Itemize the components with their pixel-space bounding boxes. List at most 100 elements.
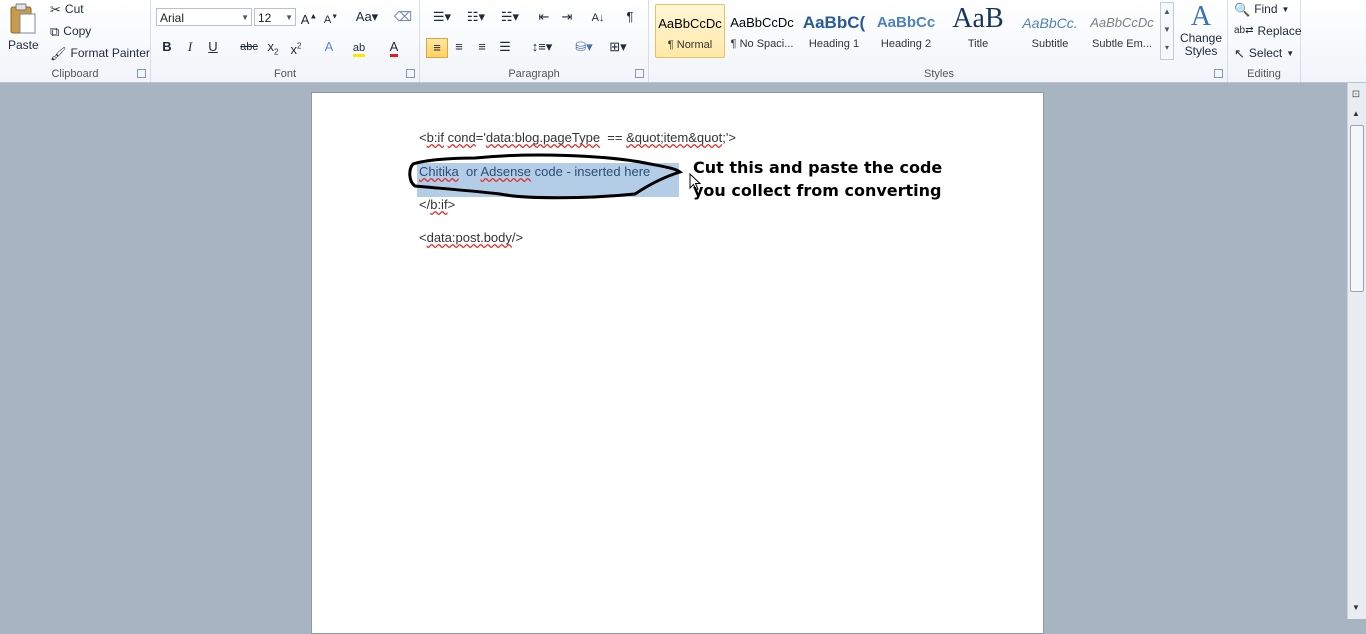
style-name: Subtitle [1031,38,1069,50]
font-group-label: Font [273,68,296,80]
text-effects-button[interactable]: A [319,38,339,56]
misspelled-word: data:blog.pageType [485,130,601,145]
change-styles-label: Change Styles [1179,31,1223,58]
text-run: < [419,130,427,145]
chevron-down-icon: ▼ [241,13,249,22]
format-painter-button[interactable]: 🖌 Format Painter [50,46,150,60]
increase-indent-button[interactable]: ⇥ [557,8,577,26]
scroll-down-icon[interactable]: ▼ [1161,21,1173,39]
line-spacing-button[interactable]: ↕≡▾ [528,38,556,56]
italic-icon: I [187,39,193,54]
decrease-indent-button[interactable]: ⇤ [534,8,554,26]
sort-button[interactable]: A↓ [588,8,608,26]
style-no-spacing[interactable]: AaBbCcDc ¶ No Spaci... [727,4,797,58]
replace-button[interactable]: ab⇄ Replace [1234,24,1302,38]
numbering-button[interactable]: ☷▾ [462,8,490,26]
style-sample: AaBbC( [802,13,866,32]
superscript-icon: x2 [290,42,302,58]
style-sample: AaBbCcDc [658,16,722,31]
font-size-value: 12 [258,11,272,25]
instruction-annotation: Cut this and paste the code you collect … [693,156,942,202]
align-left-icon: ≡ [433,40,441,55]
highlight-button[interactable]: ab [349,38,369,57]
grow-font-icon: A▲ [300,12,318,28]
scroll-up-icon[interactable]: ▲ [1350,109,1362,121]
clear-formatting-button[interactable]: ⌫ [393,8,413,26]
highlighter-icon: ab [352,42,366,57]
grow-font-button[interactable]: A▲ [299,8,319,28]
vertical-scrollbar[interactable]: ⊡ ▲ ▼ [1347,83,1366,619]
clipboard-group: Paste ✂ Cut ⧉ Copy 🖌 Format Painter Clip… [0,0,151,82]
bold-button[interactable]: B [157,38,177,56]
copy-button[interactable]: ⧉ Copy [50,24,91,38]
pilcrow-icon: ¶ [626,9,634,24]
document-line-4[interactable]: <data:post.body/> [419,230,523,245]
shading-button[interactable]: ⛁▾ [570,38,598,56]
ruler-toggle-icon[interactable]: ⊡ [1350,89,1362,103]
multilevel-list-icon: ☵▾ [500,9,520,24]
editing-group: 🔍 Find ▼ ab⇄ Replace ↖ Select ▼ Editing [1228,0,1302,82]
select-button[interactable]: ↖ Select ▼ [1234,46,1294,60]
ribbon: Paste ✂ Cut ⧉ Copy 🖌 Format Painter Clip… [0,0,1366,83]
find-label: Find [1254,2,1278,16]
font-color-button[interactable]: A [384,38,404,57]
change-case-button[interactable]: Aa▾ [353,8,381,26]
borders-button[interactable]: ⊞▾ [604,38,632,56]
align-center-icon: ≡ [455,39,463,54]
shrink-font-icon: A▼ [323,13,339,26]
paste-button[interactable]: Paste [8,2,39,52]
text-run: ;'> [722,130,736,145]
subscript-button[interactable]: x2 [263,38,283,57]
multilevel-list-button[interactable]: ☵▾ [496,8,524,26]
align-left-button[interactable]: ≡ [426,38,448,58]
style-heading-1[interactable]: AaBbC( Heading 1 [799,4,869,58]
find-button[interactable]: 🔍 Find ▼ [1234,2,1289,16]
text-run: /> [511,230,524,245]
chevron-down-icon: ▼ [1281,4,1290,14]
shrink-font-button[interactable]: A▼ [321,8,341,26]
scrollbar-thumb[interactable] [1350,125,1364,292]
select-label: Select [1248,46,1283,60]
scroll-up-icon[interactable]: ▲ [1161,3,1173,21]
align-center-button[interactable]: ≡ [449,38,469,56]
font-size-field[interactable]: 12 ▼ [254,8,296,26]
paint-bucket-icon: ⛁▾ [575,39,593,54]
font-dialog-launcher[interactable] [406,69,415,78]
bullets-button[interactable]: ☰▾ [428,8,456,26]
gallery-more-icon[interactable]: ▾ [1161,39,1173,57]
cut-label: Cut [64,2,84,16]
scroll-down-icon[interactable]: ▼ [1350,603,1362,615]
style-subtle-emphasis[interactable]: AaBbCcDc Subtle Em... [1087,4,1157,58]
style-subtitle[interactable]: AaBbCc. Subtitle [1015,4,1085,58]
style-normal[interactable]: AaBbCcDc ¶ Normal [655,4,725,58]
clear-formatting-icon: ⌫ [393,9,413,24]
sort-icon: A↓ [591,12,605,24]
clipboard-dialog-launcher[interactable] [137,69,146,78]
copy-icon: ⧉ [50,23,60,39]
misspelled-word: b:if [426,130,444,145]
paragraph-dialog-launcher[interactable] [635,69,644,78]
justify-button[interactable]: ☰ [495,38,515,56]
clipboard-group-label: Clipboard [51,68,99,80]
paintbrush-icon: 🖌 [50,45,67,61]
change-styles-button[interactable]: A Change Styles [1179,2,1223,58]
paste-icon [10,3,36,34]
styles-gallery-scroll[interactable]: ▲ ▼ ▾ [1160,2,1174,60]
underline-icon: U [208,39,218,54]
superscript-button[interactable]: x2 [286,38,306,58]
strikethrough-button[interactable]: abc [239,38,259,56]
subscript-icon: x2 [267,39,279,57]
show-formatting-button[interactable]: ¶ [620,8,640,26]
font-color-icon: A [389,39,399,57]
styles-dialog-launcher[interactable] [1214,69,1223,78]
style-title[interactable]: AaB Title [943,4,1013,58]
font-family-field[interactable]: Arial ▼ [156,8,252,26]
style-heading-2[interactable]: AaBbCc Heading 2 [871,4,941,58]
document-line-1[interactable]: <b:if cond='data:blog.pageType == &quot;… [419,130,736,145]
annotation-line-1: Cut this and paste the code [693,158,943,177]
style-name: Heading 1 [808,38,860,50]
cut-button[interactable]: ✂ Cut [50,2,84,16]
underline-button[interactable]: U [203,38,223,56]
italic-button[interactable]: I [180,38,200,56]
align-right-button[interactable]: ≡ [472,38,492,56]
